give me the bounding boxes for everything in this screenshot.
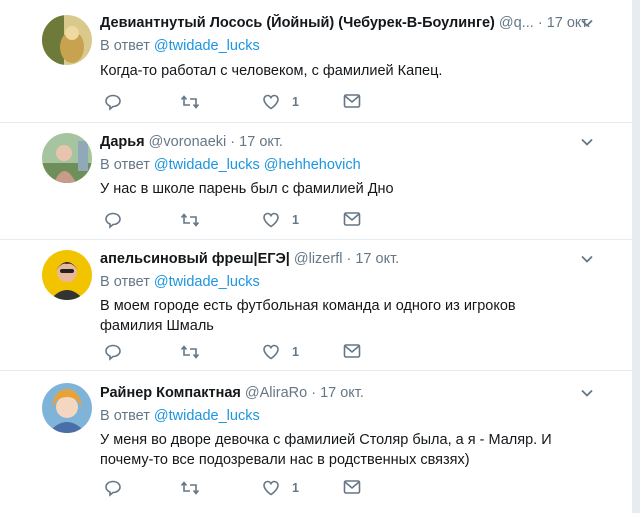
reply-prefix: В ответ	[100, 157, 150, 173]
retweet-icon	[180, 95, 200, 109]
tweet-text: У нас в школе парень был с фамилией Дно	[100, 181, 394, 197]
reply-prefix: В ответ	[100, 274, 150, 290]
author-name[interactable]: Райнер Компактная	[100, 385, 241, 401]
dm-button[interactable]	[343, 211, 361, 227]
tweet-actions: 1	[100, 479, 400, 499]
author-handle[interactable]: @lizerfl	[294, 251, 343, 267]
dm-button[interactable]	[343, 343, 361, 359]
avatar[interactable]	[42, 133, 92, 183]
dm-button[interactable]	[343, 479, 361, 495]
mention-link[interactable]: @twidade_lucks	[154, 408, 260, 424]
mention-link[interactable]: @twidade_lucks	[154, 157, 260, 173]
tweet-text: В моем городе есть футбольная команда и …	[100, 298, 516, 334]
retweet-button[interactable]	[180, 479, 200, 497]
separator-dot: ·	[346, 251, 352, 267]
author-name[interactable]: Девиантнутый Лосось (Йойный) (Чебурек-В-…	[100, 15, 495, 31]
tweet-text: Когда-то работал с человеком, с фамилией…	[100, 63, 443, 79]
mention-link[interactable]: @twidade_lucks	[154, 38, 260, 54]
like-icon	[263, 344, 279, 360]
tweet-header: Девиантнутый Лосось (Йойный) (Чебурек-В-…	[100, 14, 622, 32]
like-button[interactable]: 1	[262, 211, 299, 229]
dm-icon	[343, 212, 361, 226]
reply-button[interactable]	[104, 479, 122, 497]
separator-dot: ·	[537, 15, 543, 31]
author-name[interactable]: апельсиновый фреш|ЕГЭ|	[100, 251, 290, 267]
author-handle[interactable]: @q...	[499, 15, 534, 31]
tweet-actions: 1	[100, 211, 400, 231]
retweet-button[interactable]	[180, 93, 200, 111]
tweet-header: Дарья @voronaeki · 17 окт.	[100, 133, 622, 151]
retweet-icon	[180, 345, 200, 359]
reply-icon	[105, 212, 121, 229]
tweet-text: У меня во дворе девочка с фамилией Столя…	[100, 432, 552, 468]
chevron-down-icon[interactable]	[580, 252, 594, 266]
like-button[interactable]: 1	[262, 93, 299, 111]
reply-button[interactable]	[104, 93, 122, 111]
retweet-icon	[180, 481, 200, 495]
author-handle[interactable]: @AliraRo	[245, 385, 307, 401]
reply-context: В ответ @twidade_lucks	[100, 407, 260, 425]
tweet-header: Райнер Компактная @AliraRo · 17 окт.	[100, 384, 622, 402]
separator-dot: ·	[230, 134, 236, 150]
reply-icon	[105, 480, 121, 497]
chevron-down-icon[interactable]	[580, 386, 594, 400]
like-button[interactable]: 1	[262, 479, 299, 497]
like-icon	[263, 480, 279, 496]
reply-prefix: В ответ	[100, 408, 150, 424]
chevron-down-icon[interactable]	[580, 16, 594, 30]
reply-prefix: В ответ	[100, 38, 150, 54]
author-handle[interactable]: @voronaeki	[149, 134, 227, 150]
reply-icon	[105, 94, 121, 111]
mention-link[interactable]: @twidade_lucks	[154, 274, 260, 290]
like-button[interactable]: 1	[262, 343, 299, 361]
retweet-button[interactable]	[180, 343, 200, 361]
reply-context: В ответ @twidade_lucks	[100, 37, 260, 55]
separator-dot: ·	[311, 385, 317, 401]
timestamp[interactable]: 17 окт.	[239, 134, 283, 150]
avatar[interactable]	[42, 383, 92, 433]
like-icon	[263, 94, 279, 110]
reply-context: В ответ @twidade_lucks	[100, 273, 260, 291]
avatar[interactable]	[42, 250, 92, 300]
chevron-down-icon[interactable]	[580, 135, 594, 149]
reply-button[interactable]	[104, 211, 122, 229]
like-count: 1	[292, 95, 299, 109]
like-count: 1	[292, 345, 299, 359]
dm-button[interactable]	[343, 93, 361, 109]
retweet-button[interactable]	[180, 211, 200, 229]
tweet[interactable]: Девиантнутый Лосось (Йойный) (Чебурек-В-…	[0, 0, 632, 123]
tweet[interactable]: Райнер Компактная @AliraRo · 17 окт. В о…	[0, 371, 632, 513]
tweet[interactable]: апельсиновый фреш|ЕГЭ| @lizerfl · 17 окт…	[0, 240, 632, 371]
reply-context: В ответ @twidade_lucks @hehhehovich	[100, 156, 361, 174]
like-icon	[263, 212, 279, 228]
like-count: 1	[292, 213, 299, 227]
tweet[interactable]: Дарья @voronaeki · 17 окт. В ответ @twid…	[0, 123, 632, 240]
dm-icon	[343, 480, 361, 494]
like-count: 1	[292, 481, 299, 495]
reply-feed: Девиантнутый Лосось (Йойный) (Чебурек-В-…	[0, 0, 632, 513]
timestamp[interactable]: 17 окт.	[355, 251, 399, 267]
timestamp[interactable]: 17 окт.	[320, 385, 364, 401]
reply-icon	[105, 344, 121, 361]
retweet-icon	[180, 213, 200, 227]
tweet-actions: 1	[100, 343, 400, 363]
mention-link[interactable]: @hehhehovich	[264, 157, 361, 173]
dm-icon	[343, 344, 361, 358]
author-name[interactable]: Дарья	[100, 134, 145, 150]
avatar[interactable]	[42, 15, 92, 65]
tweet-actions: 1	[100, 93, 400, 113]
tweet-header: апельсиновый фреш|ЕГЭ| @lizerfl · 17 окт…	[100, 250, 622, 268]
reply-button[interactable]	[104, 343, 122, 361]
dm-icon	[343, 94, 361, 108]
right-scroll-edge	[632, 0, 640, 513]
